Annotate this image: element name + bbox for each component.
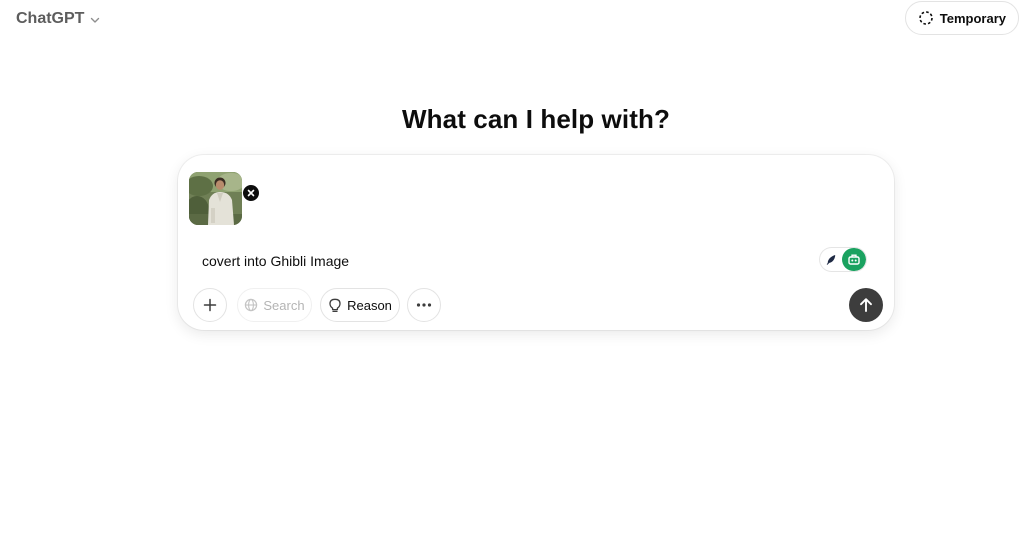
add-attachment-button[interactable] [193, 288, 227, 322]
prompt-input[interactable]: covert into Ghibli Image [202, 253, 349, 269]
extension-badges[interactable] [820, 248, 866, 271]
lightbulb-icon [328, 298, 342, 313]
grammar-extension-icon[interactable] [842, 248, 866, 271]
plus-icon [203, 298, 217, 312]
remove-attachment-button[interactable] [242, 184, 260, 202]
search-label: Search [263, 297, 305, 313]
feather-icon[interactable] [820, 248, 842, 271]
image-attachment[interactable] [189, 172, 260, 225]
close-icon [247, 189, 255, 197]
ellipsis-icon [416, 303, 432, 307]
chat-page: ChatGPT Temporary What can I help with? [0, 0, 1024, 545]
send-button[interactable] [849, 288, 883, 322]
temporary-label: Temporary [939, 10, 1006, 26]
chevron-down-icon [89, 14, 101, 26]
temporary-chat-button[interactable]: Temporary [904, 1, 1019, 35]
arrow-up-icon [859, 297, 873, 313]
model-selector[interactable]: ChatGPT [8, 5, 109, 33]
photo-thumbnail-icon [189, 172, 242, 225]
temporary-chat-icon [918, 10, 934, 26]
search-button[interactable]: Search [237, 288, 312, 322]
reason-button[interactable]: Reason [320, 288, 400, 322]
globe-icon [244, 298, 258, 312]
composer: covert into Ghibli Image Search Reason [178, 155, 894, 330]
more-tools-button[interactable] [407, 288, 441, 322]
page-title: What can I help with? [402, 104, 670, 134]
reason-label: Reason [347, 297, 392, 313]
model-name: ChatGPT [16, 10, 85, 27]
